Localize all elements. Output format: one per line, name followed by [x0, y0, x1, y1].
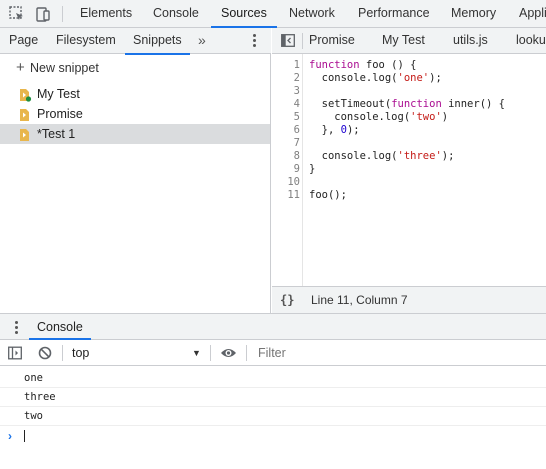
snippet-item-test-1[interactable]: *Test 1: [0, 124, 270, 144]
tab-sources[interactable]: Sources: [211, 0, 277, 28]
text-caret: [24, 430, 25, 442]
code-line: }, 0);: [309, 124, 360, 136]
drawer-more-options-icon[interactable]: [13, 321, 19, 335]
tab-filesystem[interactable]: Filesystem: [56, 28, 116, 54]
new-snippet-button[interactable]: + New snippet: [16, 60, 99, 76]
snippet-file-icon: [20, 88, 32, 102]
toolbar-divider: [62, 345, 63, 361]
eye-icon[interactable]: [220, 346, 237, 360]
inspect-element-icon[interactable]: [8, 5, 26, 23]
console-prompt[interactable]: ›: [0, 426, 546, 446]
editor-pane: Promise My Test utils.js looku 1 2 3 4 5…: [272, 28, 546, 313]
code-line: console.log('one');: [309, 72, 442, 84]
code-line: function foo () {: [309, 59, 417, 71]
snippet-item-promise[interactable]: Promise: [0, 104, 270, 124]
toolbar-divider: [62, 6, 63, 22]
toggle-sidebar-icon[interactable]: [8, 346, 22, 360]
new-snippet-label: New snippet: [30, 61, 99, 75]
line-number-gutter: 1 2 3 4 5 6 7 8 9 10 11: [272, 54, 303, 286]
drawer-header: Console: [0, 313, 546, 340]
navigator-more-options-icon[interactable]: [251, 34, 257, 48]
file-tab-utils-js[interactable]: utils.js: [453, 28, 488, 53]
code-line: console.log('two'): [309, 111, 449, 123]
line-number: 2: [293, 72, 300, 84]
code-line: }: [309, 163, 316, 175]
navigator-tabs: Page Filesystem Snippets »: [0, 28, 271, 55]
snippet-label: My Test: [37, 87, 80, 101]
sources-navigator: Page Filesystem Snippets » + New snippet …: [0, 28, 271, 313]
tab-page[interactable]: Page: [9, 28, 38, 54]
code-editor[interactable]: 1 2 3 4 5 6 7 8 9 10 11 function foo () …: [272, 54, 546, 286]
drawer-tab-console[interactable]: Console: [29, 314, 91, 340]
more-tabs-button[interactable]: »: [198, 28, 206, 54]
tab-console[interactable]: Console: [153, 0, 199, 28]
tab-elements[interactable]: Elements: [80, 0, 132, 28]
file-tab-my-test[interactable]: My Test: [382, 28, 425, 53]
plus-icon: +: [16, 59, 25, 76]
snippet-label: Promise: [37, 107, 83, 121]
cursor-position: Line 11, Column 7: [311, 293, 408, 307]
devtools-main-toolbar: Elements Console Sources Network Perform…: [0, 0, 546, 28]
line-number: 11: [287, 189, 300, 201]
tab-performance[interactable]: Performance: [358, 0, 430, 28]
console-message: two: [0, 407, 546, 426]
toolbar-divider: [246, 345, 247, 361]
device-toolbar-icon[interactable]: [34, 5, 52, 23]
toggle-navigator-icon[interactable]: [281, 34, 295, 47]
toolbar-divider: [210, 345, 211, 361]
line-number: 4: [293, 98, 300, 110]
snippet-file-icon: [20, 128, 30, 141]
line-number: 10: [287, 176, 300, 188]
console-toolbar: top ▼: [0, 340, 546, 366]
pretty-print-button[interactable]: {}: [280, 287, 294, 314]
snippet-label: *Test 1: [37, 127, 76, 141]
line-number: 9: [293, 163, 300, 175]
console-message-text: two: [24, 410, 43, 422]
code-line: console.log('three');: [309, 150, 455, 162]
dropdown-arrow-icon[interactable]: ▼: [192, 340, 201, 366]
clear-console-icon[interactable]: [38, 346, 52, 360]
tab-memory[interactable]: Memory: [451, 0, 496, 28]
snippet-item-my-test[interactable]: My Test: [0, 84, 270, 104]
console-message-text: three: [24, 391, 56, 403]
file-tab-lookup[interactable]: looku: [516, 28, 546, 53]
console-message: three: [0, 388, 546, 407]
line-number: 5: [293, 111, 300, 123]
tab-snippets[interactable]: Snippets: [125, 28, 190, 55]
code-line: foo();: [309, 189, 347, 201]
tab-application[interactable]: Appli: [519, 0, 546, 28]
file-tab-promise[interactable]: Promise: [309, 28, 355, 53]
line-number: 3: [293, 85, 300, 97]
line-number: 7: [293, 137, 300, 149]
toolbar-divider: [302, 33, 303, 49]
tab-network[interactable]: Network: [289, 0, 335, 28]
line-number: 1: [293, 59, 300, 71]
editor-status-bar: {} Line 11, Column 7: [272, 286, 546, 313]
code-line: setTimeout(function inner() {: [309, 98, 505, 110]
context-selector[interactable]: top: [72, 340, 89, 366]
console-message-text: one: [24, 372, 43, 384]
editor-file-tabs: Promise My Test utils.js looku: [272, 28, 546, 54]
filter-input[interactable]: [258, 340, 538, 366]
console-message: one: [0, 369, 546, 388]
line-number: 6: [293, 124, 300, 136]
console-drawer: Console top ▼ one three two ›: [0, 313, 546, 469]
prompt-chevron-icon: ›: [8, 429, 12, 443]
line-number: 8: [293, 150, 300, 162]
snippet-file-icon: [20, 108, 30, 121]
